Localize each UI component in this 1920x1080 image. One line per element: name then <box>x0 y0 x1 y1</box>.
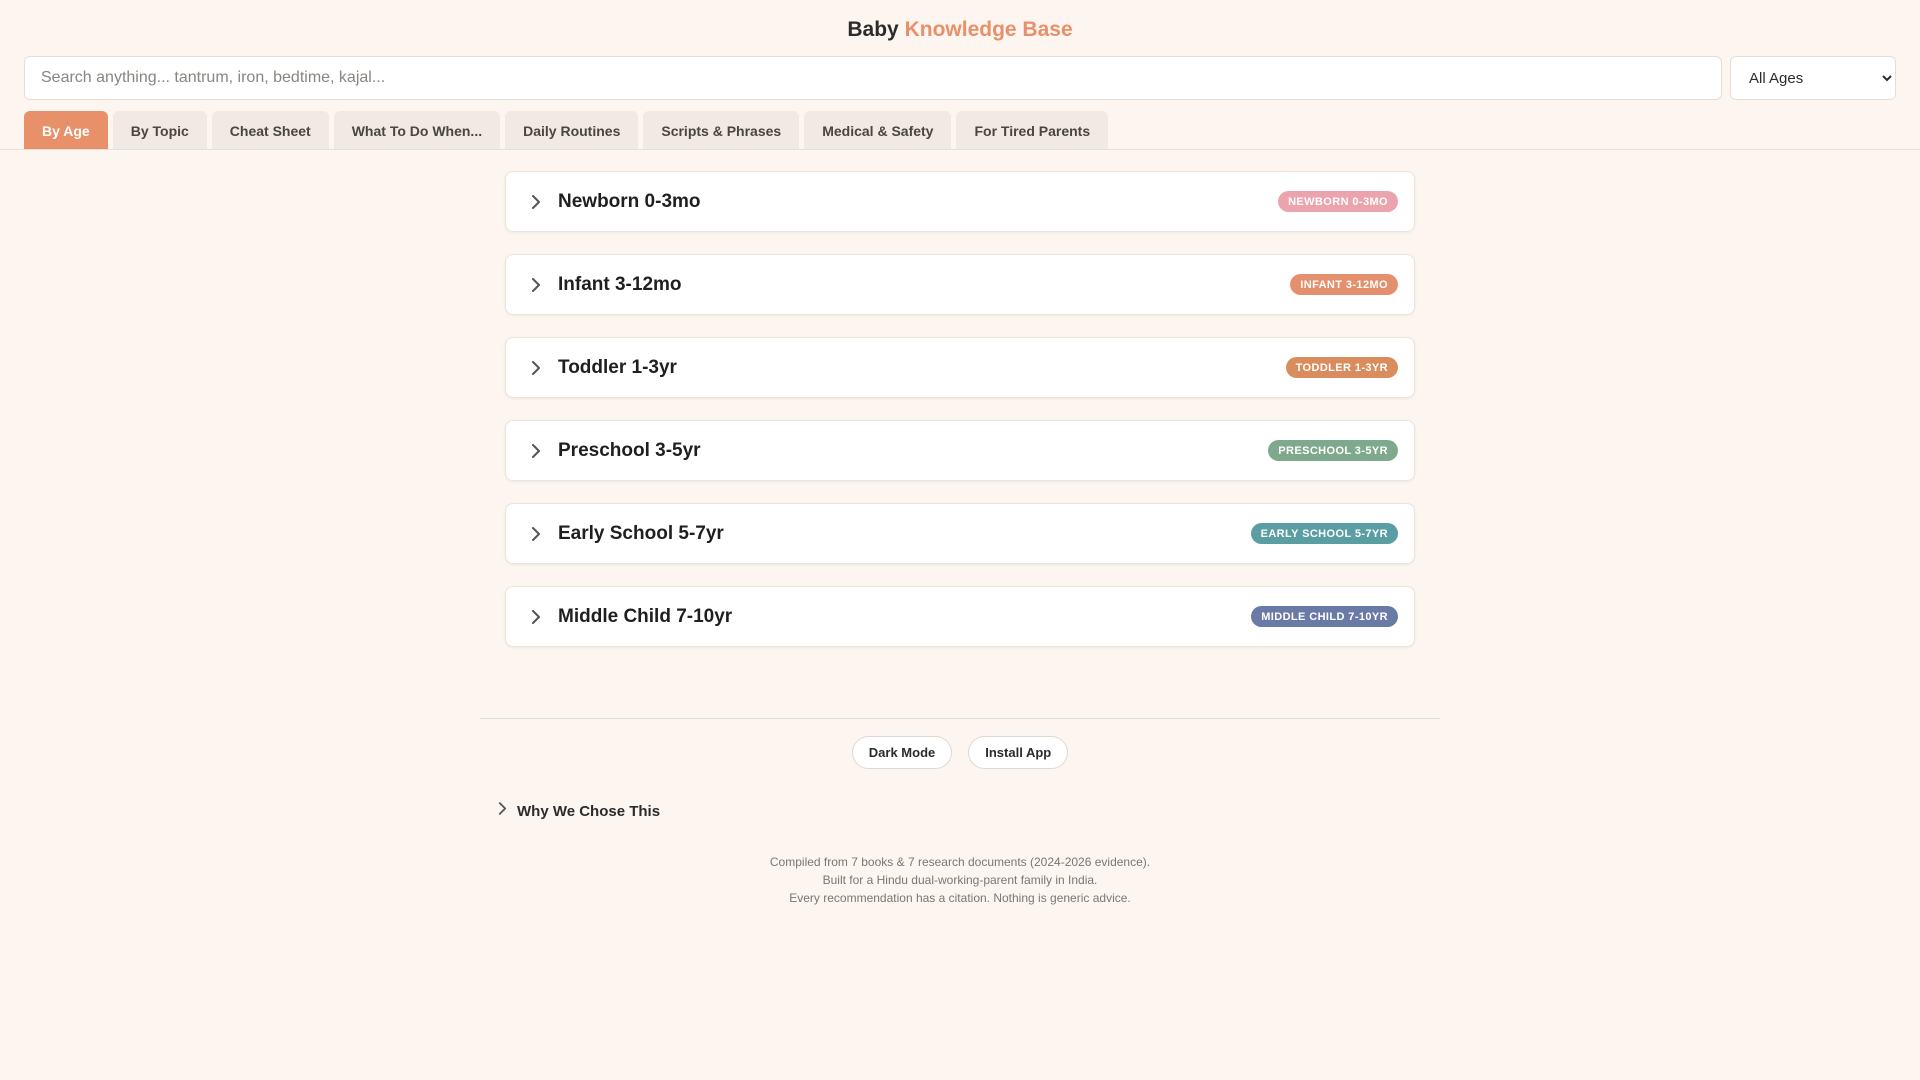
tab-by-topic[interactable]: By Topic <box>112 111 207 150</box>
tab-scripts-phrases[interactable]: Scripts & Phrases <box>643 111 800 150</box>
age-badge: INFANT 3-12MO <box>1290 274 1398 295</box>
chevron-right-icon <box>526 275 546 295</box>
age-badge: PRESCHOOL 3-5YR <box>1268 440 1398 461</box>
tab-bar: By Age By Topic Cheat Sheet What To Do W… <box>24 111 1109 150</box>
age-badge: MIDDLE CHILD 7-10YR <box>1251 606 1398 627</box>
age-card-title: Newborn 0-3mo <box>558 190 701 212</box>
age-filter-select[interactable]: All Ages <box>1730 56 1896 100</box>
dark-mode-button[interactable]: Dark Mode <box>851 736 953 769</box>
title-accent: Knowledge Base <box>904 18 1073 41</box>
age-card-newborn[interactable]: Newborn 0-3mo NEWBORN 0-3MO <box>505 171 1415 232</box>
why-we-chose-this-label: Why We Chose This <box>517 802 661 820</box>
age-badge: EARLY SCHOOL 5-7YR <box>1250 523 1398 544</box>
age-group-list: Newborn 0-3mo NEWBORN 0-3MO Infant 3-12m… <box>505 171 1415 669</box>
tab-what-to-do-when[interactable]: What To Do When... <box>333 111 501 150</box>
age-badge: NEWBORN 0-3MO <box>1278 191 1398 212</box>
age-card-title: Preschool 3-5yr <box>558 439 701 461</box>
credits-line: Built for a Hindu dual-working-parent fa… <box>822 873 1098 887</box>
chevron-right-icon <box>526 524 546 544</box>
age-card-infant[interactable]: Infant 3-12mo INFANT 3-12MO <box>505 254 1415 315</box>
install-app-button[interactable]: Install App <box>968 736 1069 769</box>
tab-cheat-sheet[interactable]: Cheat Sheet <box>211 111 329 150</box>
title-main: Baby <box>847 18 899 41</box>
credits-line: Compiled from 7 books & 7 research docum… <box>769 855 1151 869</box>
page-title: Baby Knowledge Base <box>0 18 1920 42</box>
age-card-title: Infant 3-12mo <box>558 273 682 295</box>
chevron-right-icon <box>498 802 507 820</box>
chevron-right-icon <box>526 607 546 627</box>
credits: Compiled from 7 books & 7 research docum… <box>0 853 1920 907</box>
chevron-right-icon <box>526 441 546 461</box>
footer-divider <box>480 718 1440 719</box>
why-we-chose-this-toggle[interactable]: Why We Chose This <box>498 802 660 820</box>
age-card-title: Toddler 1-3yr <box>558 356 677 378</box>
tab-by-age[interactable]: By Age <box>24 111 108 150</box>
age-card-early-school[interactable]: Early School 5-7yr EARLY SCHOOL 5-7YR <box>505 503 1415 564</box>
tab-for-tired-parents[interactable]: For Tired Parents <box>956 111 1109 150</box>
age-badge: TODDLER 1-3YR <box>1285 357 1398 378</box>
age-card-preschool[interactable]: Preschool 3-5yr PRESCHOOL 3-5YR <box>505 420 1415 481</box>
credits-line: Every recommendation has a citation. Not… <box>789 891 1131 905</box>
footer-actions: Dark Mode Install App <box>0 736 1920 769</box>
tabs-divider <box>0 149 1920 150</box>
chevron-right-icon <box>526 192 546 212</box>
tab-medical-safety[interactable]: Medical & Safety <box>804 111 952 150</box>
tab-daily-routines[interactable]: Daily Routines <box>505 111 639 150</box>
chevron-right-icon <box>526 358 546 378</box>
age-card-middle-child[interactable]: Middle Child 7-10yr MIDDLE CHILD 7-10YR <box>505 586 1415 647</box>
age-card-title: Early School 5-7yr <box>558 522 724 544</box>
age-card-title: Middle Child 7-10yr <box>558 605 733 627</box>
search-input[interactable] <box>24 56 1722 100</box>
age-card-toddler[interactable]: Toddler 1-3yr TODDLER 1-3YR <box>505 337 1415 398</box>
search-bar: All Ages <box>24 56 1896 100</box>
